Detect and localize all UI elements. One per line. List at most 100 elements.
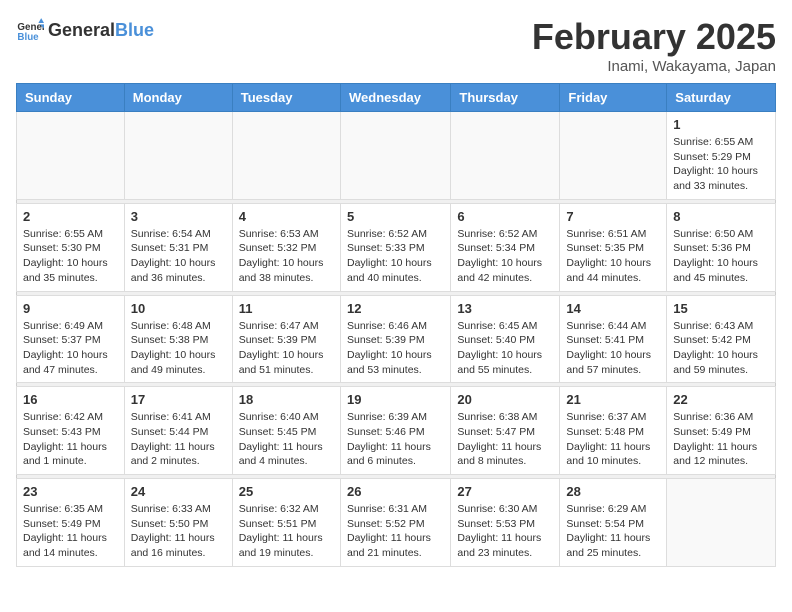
logo-blue-text: Blue bbox=[115, 20, 154, 41]
day-detail: Sunrise: 6:55 AM Sunset: 5:29 PM Dayligh… bbox=[673, 135, 769, 194]
day-cell: 20 Sunrise: 6:38 AM Sunset: 5:47 PM Dayli… bbox=[451, 387, 560, 475]
day-cell bbox=[340, 112, 450, 200]
day-cell: 22 Sunrise: 6:36 AM Sunset: 5:49 PM Dayli… bbox=[667, 387, 776, 475]
day-number: 27 bbox=[457, 484, 553, 499]
day-number: 18 bbox=[239, 392, 334, 407]
logo-general-text: General bbox=[48, 20, 115, 41]
day-cell: 27 Sunrise: 6:30 AM Sunset: 5:53 PM Dayli… bbox=[451, 479, 560, 567]
day-number: 1 bbox=[673, 117, 769, 132]
day-number: 23 bbox=[23, 484, 118, 499]
day-number: 20 bbox=[457, 392, 553, 407]
day-number: 8 bbox=[673, 209, 769, 224]
day-cell: 25Sunrise: 6:32 AM Sunset: 5:51 PM Dayli… bbox=[232, 479, 340, 567]
day-number: 25 bbox=[239, 484, 334, 499]
weekday-header-saturday: Saturday bbox=[667, 84, 776, 112]
day-number: 21 bbox=[566, 392, 660, 407]
day-cell: 5 Sunrise: 6:52 AM Sunset: 5:33 PM Daylig… bbox=[340, 203, 450, 291]
day-cell: 9 Sunrise: 6:49 AM Sunset: 5:37 PM Daylig… bbox=[17, 295, 125, 383]
logo-icon: General Blue bbox=[16, 16, 44, 44]
day-cell: 16 Sunrise: 6:42 AM Sunset: 5:43 PM Dayli… bbox=[17, 387, 125, 475]
weekday-header-friday: Friday bbox=[560, 84, 667, 112]
day-number: 13 bbox=[457, 301, 553, 316]
logo: General Blue GeneralBlue bbox=[16, 16, 154, 44]
day-detail: Sunrise: 6:41 AM Sunset: 5:44 PM Dayligh… bbox=[131, 410, 226, 469]
day-detail: Sunrise: 6:33 AM Sunset: 5:50 PM Dayligh… bbox=[131, 502, 226, 561]
day-number: 6 bbox=[457, 209, 553, 224]
day-detail: Sunrise: 6:53 AM Sunset: 5:32 PM Dayligh… bbox=[239, 227, 334, 286]
day-detail: Sunrise: 6:42 AM Sunset: 5:43 PM Dayligh… bbox=[23, 410, 118, 469]
weekday-header-tuesday: Tuesday bbox=[232, 84, 340, 112]
day-cell: 21 Sunrise: 6:37 AM Sunset: 5:48 PM Dayli… bbox=[560, 387, 667, 475]
day-detail: Sunrise: 6:39 AM Sunset: 5:46 PM Dayligh… bbox=[347, 410, 444, 469]
weekday-header-monday: Monday bbox=[124, 84, 232, 112]
calendar-table: SundayMondayTuesdayWednesdayThursdayFrid… bbox=[16, 83, 776, 567]
day-cell bbox=[17, 112, 125, 200]
day-cell: 3Sunrise: 6:54 AM Sunset: 5:31 PM Daylig… bbox=[124, 203, 232, 291]
day-detail: Sunrise: 6:48 AM Sunset: 5:38 PM Dayligh… bbox=[131, 319, 226, 378]
day-number: 17 bbox=[131, 392, 226, 407]
day-cell: 7Sunrise: 6:51 AM Sunset: 5:35 PM Daylig… bbox=[560, 203, 667, 291]
day-detail: Sunrise: 6:55 AM Sunset: 5:30 PM Dayligh… bbox=[23, 227, 118, 286]
day-cell bbox=[232, 112, 340, 200]
day-cell: 13 Sunrise: 6:45 AM Sunset: 5:40 PM Dayli… bbox=[451, 295, 560, 383]
day-number: 14 bbox=[566, 301, 660, 316]
day-detail: Sunrise: 6:44 AM Sunset: 5:41 PM Dayligh… bbox=[566, 319, 660, 378]
day-number: 15 bbox=[673, 301, 769, 316]
day-number: 26 bbox=[347, 484, 444, 499]
day-detail: Sunrise: 6:49 AM Sunset: 5:37 PM Dayligh… bbox=[23, 319, 118, 378]
day-number: 24 bbox=[131, 484, 226, 499]
day-number: 4 bbox=[239, 209, 334, 224]
day-cell: 1 Sunrise: 6:55 AM Sunset: 5:29 PM Daylig… bbox=[667, 112, 776, 200]
day-detail: Sunrise: 6:51 AM Sunset: 5:35 PM Dayligh… bbox=[566, 227, 660, 286]
day-detail: Sunrise: 6:35 AM Sunset: 5:49 PM Dayligh… bbox=[23, 502, 118, 561]
day-cell: 17 Sunrise: 6:41 AM Sunset: 5:44 PM Dayli… bbox=[124, 387, 232, 475]
day-detail: Sunrise: 6:30 AM Sunset: 5:53 PM Dayligh… bbox=[457, 502, 553, 561]
day-cell: 8 Sunrise: 6:50 AM Sunset: 5:36 PM Daylig… bbox=[667, 203, 776, 291]
day-cell bbox=[124, 112, 232, 200]
weekday-header-wednesday: Wednesday bbox=[340, 84, 450, 112]
day-number: 11 bbox=[239, 301, 334, 316]
day-cell: 18Sunrise: 6:40 AM Sunset: 5:45 PM Dayli… bbox=[232, 387, 340, 475]
day-number: 19 bbox=[347, 392, 444, 407]
weekday-header-sunday: Sunday bbox=[17, 84, 125, 112]
day-detail: Sunrise: 6:47 AM Sunset: 5:39 PM Dayligh… bbox=[239, 319, 334, 378]
day-number: 16 bbox=[23, 392, 118, 407]
day-number: 3 bbox=[131, 209, 226, 224]
day-detail: Sunrise: 6:31 AM Sunset: 5:52 PM Dayligh… bbox=[347, 502, 444, 561]
day-detail: Sunrise: 6:45 AM Sunset: 5:40 PM Dayligh… bbox=[457, 319, 553, 378]
day-detail: Sunrise: 6:46 AM Sunset: 5:39 PM Dayligh… bbox=[347, 319, 444, 378]
day-cell bbox=[451, 112, 560, 200]
day-detail: Sunrise: 6:52 AM Sunset: 5:33 PM Dayligh… bbox=[347, 227, 444, 286]
day-cell: 2Sunrise: 6:55 AM Sunset: 5:30 PM Daylig… bbox=[17, 203, 125, 291]
week-row-5: 23 Sunrise: 6:35 AM Sunset: 5:49 PM Dayli… bbox=[17, 479, 776, 567]
day-number: 22 bbox=[673, 392, 769, 407]
day-number: 12 bbox=[347, 301, 444, 316]
day-number: 28 bbox=[566, 484, 660, 499]
svg-text:Blue: Blue bbox=[17, 32, 39, 43]
day-detail: Sunrise: 6:36 AM Sunset: 5:49 PM Dayligh… bbox=[673, 410, 769, 469]
day-cell: 4 Sunrise: 6:53 AM Sunset: 5:32 PM Daylig… bbox=[232, 203, 340, 291]
week-row-3: 9 Sunrise: 6:49 AM Sunset: 5:37 PM Daylig… bbox=[17, 295, 776, 383]
day-cell: 15Sunrise: 6:43 AM Sunset: 5:42 PM Dayli… bbox=[667, 295, 776, 383]
day-number: 9 bbox=[23, 301, 118, 316]
day-cell: 10Sunrise: 6:48 AM Sunset: 5:38 PM Dayli… bbox=[124, 295, 232, 383]
day-cell bbox=[667, 479, 776, 567]
day-cell: 24 Sunrise: 6:33 AM Sunset: 5:50 PM Dayli… bbox=[124, 479, 232, 567]
day-number: 5 bbox=[347, 209, 444, 224]
day-cell: 12 Sunrise: 6:46 AM Sunset: 5:39 PM Dayli… bbox=[340, 295, 450, 383]
day-cell bbox=[560, 112, 667, 200]
header: General Blue GeneralBlue February 2025 I… bbox=[16, 16, 776, 75]
day-cell: 28Sunrise: 6:29 AM Sunset: 5:54 PM Dayli… bbox=[560, 479, 667, 567]
weekday-header-thursday: Thursday bbox=[451, 84, 560, 112]
day-cell: 14 Sunrise: 6:44 AM Sunset: 5:41 PM Dayli… bbox=[560, 295, 667, 383]
day-detail: Sunrise: 6:37 AM Sunset: 5:48 PM Dayligh… bbox=[566, 410, 660, 469]
week-row-2: 2Sunrise: 6:55 AM Sunset: 5:30 PM Daylig… bbox=[17, 203, 776, 291]
calendar-subtitle: Inami, Wakayama, Japan bbox=[532, 58, 776, 75]
week-row-4: 16 Sunrise: 6:42 AM Sunset: 5:43 PM Dayli… bbox=[17, 387, 776, 475]
day-detail: Sunrise: 6:38 AM Sunset: 5:47 PM Dayligh… bbox=[457, 410, 553, 469]
day-cell: 23 Sunrise: 6:35 AM Sunset: 5:49 PM Dayli… bbox=[17, 479, 125, 567]
day-detail: Sunrise: 6:52 AM Sunset: 5:34 PM Dayligh… bbox=[457, 227, 553, 286]
day-cell: 6 Sunrise: 6:52 AM Sunset: 5:34 PM Daylig… bbox=[451, 203, 560, 291]
day-detail: Sunrise: 6:50 AM Sunset: 5:36 PM Dayligh… bbox=[673, 227, 769, 286]
day-cell: 26 Sunrise: 6:31 AM Sunset: 5:52 PM Dayli… bbox=[340, 479, 450, 567]
